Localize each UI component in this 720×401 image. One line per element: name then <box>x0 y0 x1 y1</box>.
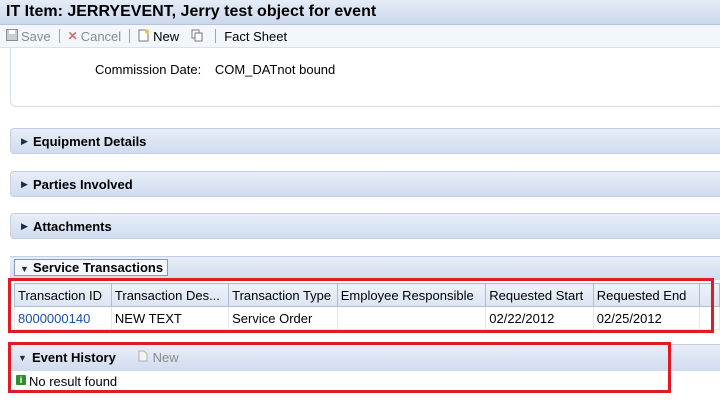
commission-date-value: COM_DATnot bound <box>214 62 336 77</box>
toolbar-divider <box>129 29 131 43</box>
fact-sheet-button-label: Fact Sheet <box>224 28 288 44</box>
new-document-icon <box>138 350 148 362</box>
table-header-row: Transaction ID Transaction Des... Transa… <box>14 283 720 307</box>
details-form: Commission Date: COM_DATnot bound <box>10 48 720 107</box>
commission-date-row: Commission Date: COM_DATnot bound <box>95 62 335 77</box>
column-header-transaction-description[interactable]: Transaction Des... <box>110 283 230 307</box>
section-equipment-details[interactable]: ▶ Equipment Details <box>10 128 720 154</box>
service-transactions-table-container: Transaction ID Transaction Des... Transa… <box>14 283 720 331</box>
section-attachments[interactable]: ▶ Attachments <box>10 213 720 239</box>
transaction-type-cell: Service Order <box>228 306 338 330</box>
event-history-new-label: New <box>152 350 179 365</box>
toolbar-divider <box>215 29 217 43</box>
cancel-icon: ✕ <box>67 29 78 43</box>
copy-button[interactable] <box>185 26 213 46</box>
toolbar: Save ✕ Cancel New Fact Sheet <box>0 25 720 48</box>
section-service-transactions: ▼ Service Transactions <box>10 256 720 280</box>
section-title: Equipment Details <box>33 134 147 149</box>
transaction-id-link[interactable]: 8000000140 <box>14 306 112 330</box>
event-history-new-button[interactable]: New <box>138 350 179 365</box>
section-parties-involved[interactable]: ▶ Parties Involved <box>10 171 720 197</box>
collapse-arrow-icon: ▼ <box>20 264 29 274</box>
transaction-description-cell: NEW TEXT <box>110 306 230 330</box>
copy-icon <box>191 29 204 44</box>
window-titlebar: IT Item: JERRYEVENT, Jerry test object f… <box>0 0 720 25</box>
section-title: Service Transactions <box>33 260 164 275</box>
expand-arrow-icon: ▶ <box>21 221 28 231</box>
requested-end-cell: 02/25/2012 <box>592 306 700 330</box>
save-icon <box>6 29 18 43</box>
event-history-body: i No result found <box>14 372 664 392</box>
employee-responsible-cell <box>336 306 487 330</box>
no-result-message: No result found <box>29 374 118 389</box>
section-title: Attachments <box>33 219 112 234</box>
cancel-button-label: Cancel <box>80 28 122 44</box>
info-icon: i <box>16 375 26 385</box>
column-header-requested-end[interactable]: Requested End <box>592 283 700 307</box>
service-transactions-tab[interactable]: ▼ Service Transactions <box>14 259 169 276</box>
service-transactions-table: Transaction ID Transaction Des... Transa… <box>14 283 720 330</box>
new-button[interactable]: New <box>132 26 185 46</box>
column-header-requested-start[interactable]: Requested Start <box>485 283 594 307</box>
commission-date-label: Commission Date: <box>95 62 202 77</box>
new-document-icon <box>138 29 150 44</box>
column-header-transaction-id[interactable]: Transaction ID <box>14 283 112 307</box>
column-header-more <box>698 283 720 307</box>
column-header-employee-responsible[interactable]: Employee Responsible <box>336 283 487 307</box>
save-button[interactable]: Save <box>0 26 57 46</box>
fact-sheet-button[interactable]: Fact Sheet <box>218 26 293 46</box>
collapse-arrow-icon[interactable]: ▼ <box>18 353 27 363</box>
window-title: IT Item: JERRYEVENT, Jerry test object f… <box>6 3 377 20</box>
section-title: Event History <box>32 350 116 365</box>
expand-arrow-icon: ▶ <box>21 136 28 146</box>
table-row[interactable]: 8000000140 NEW TEXT Service Order 02/22/… <box>14 306 720 330</box>
section-event-history: ▼ Event History New <box>10 344 720 371</box>
save-button-label: Save <box>21 28 51 44</box>
toolbar-divider <box>58 29 60 43</box>
overflow-cell <box>698 306 720 330</box>
requested-start-cell: 02/22/2012 <box>485 306 594 330</box>
expand-arrow-icon: ▶ <box>21 179 28 189</box>
cancel-button[interactable]: ✕ Cancel <box>62 26 128 46</box>
new-button-label: New <box>153 28 180 44</box>
section-title: Parties Involved <box>33 177 133 192</box>
column-header-transaction-type[interactable]: Transaction Type <box>228 283 338 307</box>
